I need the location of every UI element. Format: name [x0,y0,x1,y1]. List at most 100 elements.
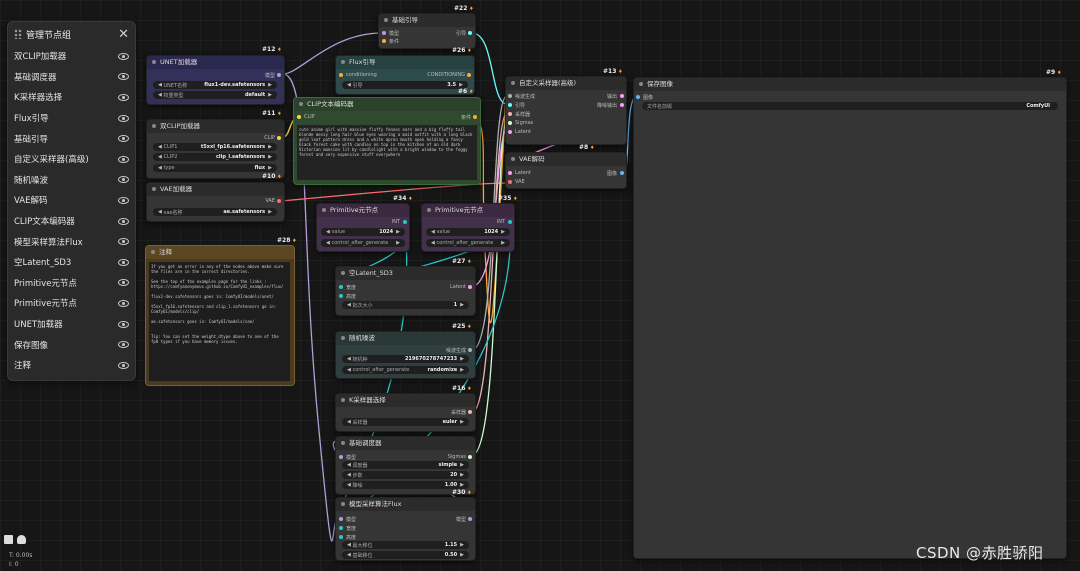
node-vae-loader[interactable]: VAE加载器 VAE ◀ vae名称 ae.safetensors ▶ [146,182,285,222]
input-slot[interactable] [382,39,386,43]
clip-type-select[interactable]: ◀ type flux ▶ [153,164,277,172]
node-basic-guider[interactable]: 基础引导 模型 条件 引导 [378,13,476,49]
panel-item[interactable]: 空Latent_SD3 [8,252,135,273]
output-slot[interactable] [508,220,512,224]
eye-icon[interactable] [118,279,129,287]
node-dual-clip-loader[interactable]: 双CLIP加载器 CLIP ◀ CLIP1 t5xxl_fp16.safeten… [146,119,285,179]
panel-item[interactable]: 随机噪波 [8,170,135,191]
save-icon[interactable] [4,535,13,544]
node-random-noise[interactable]: 随机噪波 噪波生成 ◀ 随机种 219670278747233 ▶ ◀ contr… [335,331,476,379]
input-slot[interactable] [508,130,512,134]
eye-icon[interactable] [118,320,129,328]
clip2-select[interactable]: ◀ CLIP2 clip_l.safetensors ▶ [153,153,277,161]
panel-item[interactable]: Flux引导 [8,108,135,129]
pin-icon[interactable] [17,535,26,544]
panel-item[interactable]: K采样器选择 [8,87,135,108]
node-unet-loader[interactable]: UNET加载器 模型 ◀ UNET名称 flux1-dev.safetensor… [146,55,285,105]
output-slot[interactable] [620,171,624,175]
input-slot[interactable] [339,285,343,289]
input-slot[interactable] [339,73,343,77]
close-icon[interactable]: ✕ [118,28,129,41]
eye-icon[interactable] [118,93,129,101]
batch-size-widget[interactable]: ◀ 批次大小 1 ▶ [342,301,469,309]
eye-icon[interactable] [118,73,129,81]
control-after-generate-widget[interactable]: ◀ control_after_generate fixed▶ [426,239,510,247]
output-slot[interactable] [277,199,281,203]
unet-name-select[interactable]: ◀ UNET名称 flux1-dev.safetensors ▶ [153,81,277,89]
prompt-textarea[interactable]: cute anime girl with massive fluffy fenn… [297,125,477,180]
input-slot[interactable] [508,121,512,125]
eye-icon[interactable] [118,341,129,349]
panel-item[interactable]: 基础引导 [8,128,135,149]
note-textarea[interactable]: If you get an error in any of the nodes … [149,262,290,381]
eye-icon[interactable] [118,135,129,143]
eye-icon[interactable] [118,238,129,246]
max-shift-widget[interactable]: ◀ 最大移位 1.15 ▶ [342,541,469,549]
node-save-image[interactable]: 保存图像 图像 文件名前缀 ComfyUI [633,77,1067,559]
output-slot[interactable] [620,103,624,107]
base-shift-widget[interactable]: ◀ 基础移位 0.50 ▶ [342,551,469,559]
node-clip-text-encode[interactable]: CLIP文本编码器 CLIP 条件 cute anime girl with m… [293,97,481,185]
node-basic-scheduler[interactable]: 基础调度器 模型 Sigmas ◀ 调度器 simple ▶ ◀ 步数 20 ▶ ◀… [335,436,476,495]
weight-dtype-select[interactable]: ◀ 权重类型 default ▶ [153,91,277,99]
output-slot[interactable] [277,73,281,77]
panel-item[interactable]: 模型采样算法Flux [8,231,135,252]
panel-item[interactable]: UNET加载器 [8,314,135,335]
panel-item[interactable]: CLIP文本编码器 [8,211,135,232]
panel-item[interactable]: Primitive元节点 [8,273,135,294]
eye-icon[interactable] [118,176,129,184]
input-slot[interactable] [297,115,301,119]
output-slot[interactable] [403,220,407,224]
node-note[interactable]: 注释 If you get an error in any of the nod… [145,245,295,386]
input-slot[interactable] [508,103,512,107]
node-empty-latent-sd3[interactable]: 空Latent_SD3 宽度 高度 Latent ◀ 批次大小 1 ▶ [335,266,476,316]
node-ksampler-select[interactable]: K采样器选择 采样器 ◀ 采样器 euler ▶ [335,393,476,432]
panel-item[interactable]: 自定义采样器(高级) [8,149,135,170]
noise-seed-widget[interactable]: ◀ 随机种 219670278747233 ▶ [342,355,469,363]
output-slot[interactable] [467,73,471,77]
panel-item[interactable]: 保存图像 [8,334,135,355]
node-sampler-custom-advanced[interactable]: 自定义采样器(高级) 噪波生成 引导 采样器 Sigmas Latent 输出 … [505,76,627,145]
panel-item[interactable]: Primitive元节点 [8,293,135,314]
control-after-generate-widget[interactable]: ◀ control_after_generate randomize ▶ [342,366,469,374]
input-slot[interactable] [508,112,512,116]
clip1-select[interactable]: ◀ CLIP1 t5xxl_fp16.safetensors ▶ [153,143,277,151]
output-slot[interactable] [473,115,477,119]
panel-item[interactable]: VAE解码 [8,190,135,211]
value-widget[interactable]: ◀ value 1024 ▶ [321,228,405,236]
guidance-widget[interactable]: ◀ 引导 3.5 ▶ [342,81,468,89]
panel-item[interactable]: 基础调度器 [8,67,135,88]
value-widget[interactable]: ◀ value 1024 ▶ [426,228,510,236]
input-slot[interactable] [508,180,512,184]
node-model-sampling-flux[interactable]: 模型采样算法Flux 模型 宽度 高度 模型 ◀ 最大移位 1.15 ▶ ◀ 基础… [335,497,476,561]
node-primitive-2[interactable]: Primitive元节点 INT ◀ value 1024 ▶ ◀ control… [421,203,515,252]
node-flux-guidance[interactable]: Flux引导 conditioning CONDITIONING ◀ 引导 3.… [335,55,475,95]
output-slot[interactable] [468,285,472,289]
input-slot[interactable] [636,95,640,99]
eye-icon[interactable] [118,217,129,225]
input-slot[interactable] [508,94,512,98]
eye-icon[interactable] [118,52,129,60]
node-vae-decode[interactable]: VAE解码 Latent VAE 图像 [505,152,627,189]
steps-widget[interactable]: ◀ 步数 20 ▶ [342,471,469,479]
input-slot[interactable] [339,294,343,298]
input-slot[interactable] [382,31,386,35]
eye-icon[interactable] [118,299,129,307]
output-slot[interactable] [468,410,472,414]
panel-item[interactable]: 双CLIP加载器 [8,46,135,67]
output-slot[interactable] [468,31,472,35]
eye-icon[interactable] [118,155,129,163]
drag-handle-icon[interactable] [14,29,22,39]
scheduler-select[interactable]: ◀ 调度器 simple ▶ [342,461,469,469]
input-slot[interactable] [339,517,343,521]
vae-name-select[interactable]: ◀ vae名称 ae.safetensors ▶ [153,208,277,216]
output-slot[interactable] [468,455,472,459]
node-primitive-1[interactable]: Primitive元节点 INT ◀ value 1024 ▶ ◀ control… [316,203,410,252]
filename-prefix-input[interactable]: 文件名前缀 ComfyUI [642,102,1058,110]
eye-icon[interactable] [118,114,129,122]
input-slot[interactable] [508,171,512,175]
panel-item[interactable]: 注释 [8,355,135,376]
sampler-name-select[interactable]: ◀ 采样器 euler ▶ [342,418,469,426]
input-slot[interactable] [339,535,343,539]
output-slot[interactable] [468,517,472,521]
